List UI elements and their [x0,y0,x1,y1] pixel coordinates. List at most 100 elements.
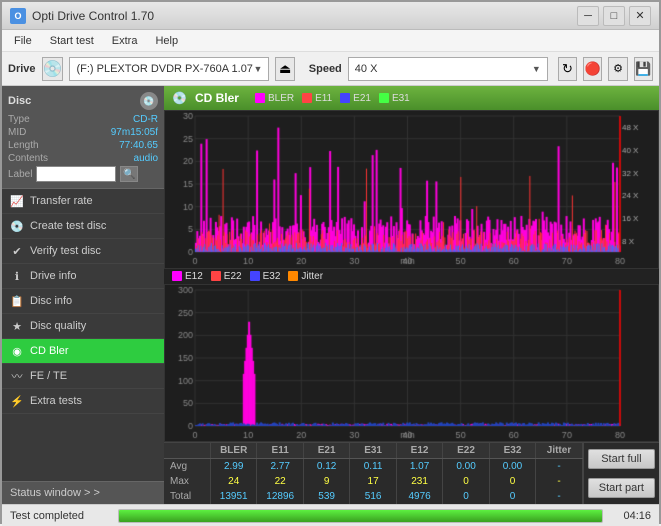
settings-button[interactable]: ⚙ [608,57,627,81]
cd-icon: 💿 [172,91,187,105]
status-time: 04:16 [611,510,651,522]
disc-label-label: Label [8,169,32,180]
nav-label-drive-info: Drive info [30,270,76,282]
nav-item-extra-tests[interactable]: ⚡Extra tests [2,389,164,414]
transfer-rate-icon: 📈 [10,194,24,208]
legend2-E32: E32 [250,271,281,282]
cell-total-E11: 12896 [257,489,303,504]
legend-E11: E11 [302,93,332,104]
drive-selector[interactable]: (F:) PLEXTOR DVDR PX-760A 1.07 ▼ [69,57,269,81]
nav-label-create-test-disc: Create test disc [30,220,106,232]
col-label-header [164,443,210,459]
legend-BLER: BLER [255,93,294,104]
menu-help[interactable]: Help [147,33,186,49]
chevron-down-icon: ▼ [254,64,263,74]
chart-header: 💿 CD Bler BLERE11E21E31 [164,86,659,110]
chart-bler [164,110,659,269]
nav-item-disc-quality[interactable]: ★ Disc quality [2,314,164,339]
stats-table: BLERE11E21E31E12E22E32Jitter Avg2.992.77… [164,443,583,504]
cell-total-BLER: 13951 [210,489,256,504]
menu-start-test[interactable]: Start test [42,33,102,49]
disc-length-value: 77:40.65 [119,140,158,151]
cell-avg-E32: 0.00 [489,459,535,475]
col-E31: E31 [350,443,396,459]
nav-spacer [2,414,164,481]
status-text: Test completed [10,510,110,522]
disc-type-value: CD-R [133,114,158,125]
col-E22: E22 [443,443,489,459]
speed-label: Speed [309,63,342,75]
nav-label-disc-info: Disc info [30,295,72,307]
fe-te-icon: 〰 [10,369,24,383]
restore-button[interactable]: □ [603,6,625,26]
nav-label-fe-te: FE / TE [30,370,67,382]
cell-total-Jitter: - [536,489,583,504]
nav-item-fe-te[interactable]: 〰 FE / TE [2,364,164,389]
status-window-button[interactable]: Status window > > [2,481,164,504]
title-bar: O Opti Drive Control 1.70 ─ □ ✕ [2,2,659,30]
sidebar: Disc 💿 Type CD-R MID 97m15:05f Length 77… [2,86,164,504]
nav-item-disc-info[interactable]: 📋Disc info [2,289,164,314]
save-button[interactable]: 💾 [634,57,653,81]
cell-max-E21: 9 [303,474,349,489]
col-E12: E12 [396,443,442,459]
nav-item-create-test-disc[interactable]: 💿Create test disc [2,214,164,239]
start-full-button[interactable]: Start full [588,449,655,469]
menu-bar: File Start test Extra Help [2,30,659,52]
chart2-canvas [165,285,659,443]
nav-item-verify-test-disc[interactable]: ✔ Verify test disc [2,239,164,264]
drive-bar: Drive 💿 (F:) PLEXTOR DVDR PX-760A 1.07 ▼… [2,52,659,86]
chart-title: CD Bler [195,91,239,105]
row-label-max: Max [164,474,210,489]
nav-item-drive-info[interactable]: ℹDrive info [2,264,164,289]
nav-label-disc-quality: Disc quality [30,320,86,332]
row-label-total: Total [164,489,210,504]
title-bar-text: Opti Drive Control 1.70 [32,9,577,23]
refresh-button[interactable]: ↻ [558,57,577,81]
cell-avg-E22: 0.00 [443,459,489,475]
menu-extra[interactable]: Extra [104,33,146,49]
minimize-button[interactable]: ─ [577,6,599,26]
charts-container: E12E22E32Jitter [164,110,659,442]
cell-total-E31: 516 [350,489,396,504]
cell-avg-E12: 1.07 [396,459,442,475]
nav-item-cd-bler[interactable]: ◉ CD Bler [2,339,164,364]
disc-length-label: Length [8,140,39,151]
cell-max-E12: 231 [396,474,442,489]
menu-file[interactable]: File [6,33,40,49]
verify-test-disc-icon: ✔ [10,244,24,258]
nav-label-transfer-rate: Transfer rate [30,195,93,207]
legend-E31: E31 [379,93,410,104]
nav-list: 📈 Transfer rate 💿Create test disc ✔ Verify t… [2,189,164,414]
nav-item-transfer-rate[interactable]: 📈 Transfer rate [2,189,164,214]
eject-button[interactable]: ⏏ [275,57,294,81]
stats-row-avg: Avg2.992.770.120.111.070.000.00- [164,459,582,475]
close-button[interactable]: ✕ [629,6,651,26]
disc-button[interactable]: 🔴 [583,57,602,81]
cd-bler-icon: ◉ [10,344,24,358]
chart-legend-1: BLERE11E21E31 [255,93,410,104]
nav-label-cd-bler: CD Bler [30,345,69,357]
disc-mid-value: 97m15:05f [111,127,158,138]
chevron-down-icon: ▼ [532,64,541,74]
legend2-Jitter: Jitter [288,271,323,282]
main-layout: Disc 💿 Type CD-R MID 97m15:05f Length 77… [2,86,659,504]
disc-quality-icon: ★ [10,319,24,333]
start-part-button[interactable]: Start part [588,478,655,498]
col-BLER: BLER [210,443,256,459]
disc-label-input[interactable] [36,166,116,182]
speed-selector[interactable]: 40 X ▼ [348,57,548,81]
disc-label-browse-button[interactable]: 🔍 [120,166,138,182]
window-controls: ─ □ ✕ [577,6,651,26]
cell-max-BLER: 24 [210,474,256,489]
disc-title: Disc [8,95,31,107]
cell-max-E11: 22 [257,474,303,489]
stats-body: Avg2.992.770.120.111.070.000.00-Max24229… [164,459,582,505]
stats-row: BLERE11E21E31E12E22E32Jitter Avg2.992.77… [164,443,659,504]
nav-label-verify-test-disc: Verify test disc [30,245,101,257]
disc-mid-label: MID [8,127,26,138]
stats-area: BLERE11E21E31E12E22E32Jitter Avg2.992.77… [164,442,659,504]
progress-fill [119,510,602,522]
cell-avg-E31: 0.11 [350,459,396,475]
cell-total-E21: 539 [303,489,349,504]
